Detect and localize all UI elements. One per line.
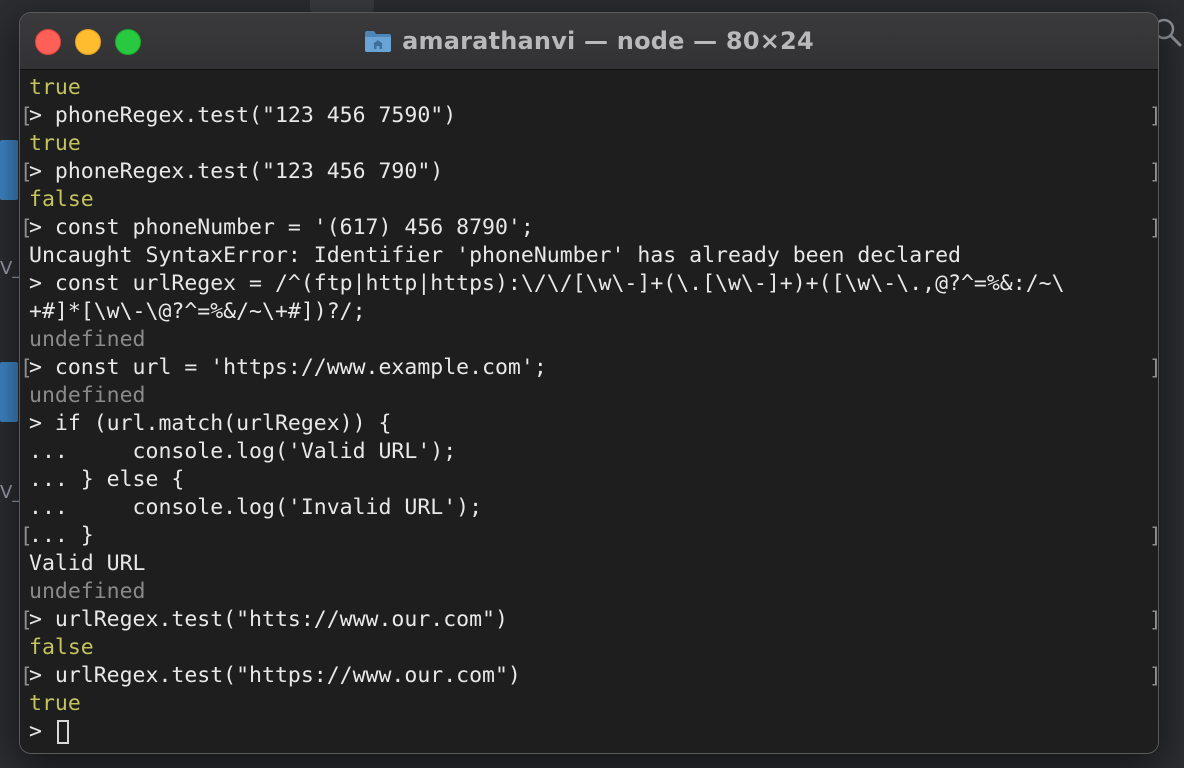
terminal-line-text: ... } else { (29, 467, 185, 492)
mark-right: ] (1149, 158, 1158, 186)
terminal-line-text: > urlRegex.test("htts://www.our.com") (29, 607, 508, 632)
mark-right: ] (1149, 102, 1158, 130)
terminal-line-text: ... console.log('Invalid URL'); (29, 495, 483, 520)
mark-left: [ (20, 216, 33, 240)
mark-left: [ (20, 104, 33, 128)
mark-left: [ (20, 608, 33, 632)
terminal-line: [] > const url = 'https://www.example.com… (20, 354, 1158, 382)
mark-left: [ (20, 160, 33, 184)
prompt-line[interactable]: > (29, 718, 1158, 746)
terminal-line-text: undefined (29, 327, 146, 352)
terminal-line: undefined (29, 382, 1158, 410)
terminal-line: undefined (29, 326, 1158, 354)
terminal-line-text: Uncaught SyntaxError: Identifier 'phoneN… (29, 243, 961, 268)
terminal-line-text: Valid URL (29, 551, 146, 576)
terminal-line-text: > const urlRegex = /^(ftp|http|https):\/… (29, 271, 1065, 296)
mark-right: ] (1149, 214, 1158, 242)
terminal-line-text: false (29, 187, 94, 212)
terminal-line-text: true (29, 131, 81, 156)
home-folder-icon (364, 29, 392, 53)
mark-right: ] (1149, 606, 1158, 634)
terminal-line: ... console.log('Invalid URL'); (29, 494, 1158, 522)
terminal-line: Valid URL (29, 550, 1158, 578)
terminal-output[interactable]: true [] > phoneRegex.test("123 456 7590") t… (20, 70, 1158, 750)
prompt-symbol: > (29, 719, 55, 744)
terminal-line: true (29, 74, 1158, 102)
terminal-line-text: undefined (29, 383, 146, 408)
terminal-line-text: true (29, 691, 81, 716)
terminal-line: > const urlRegex = /^(ftp|http|https):\/… (29, 270, 1158, 298)
mark-left: [ (20, 356, 33, 380)
mark-right: ] (1149, 354, 1158, 382)
terminal-line: true (29, 690, 1158, 718)
terminal-line: [] > const phoneNumber = '(617) 456 8790'… (20, 214, 1158, 242)
terminal-line: [] > urlRegex.test("https://www.our.com") (20, 662, 1158, 690)
mark-left: [ (20, 524, 33, 548)
terminal-line-text: ... console.log('Valid URL'); (29, 439, 457, 464)
terminal-line-text: > const url = 'https://www.example.com'; (29, 355, 547, 380)
terminal-line-text: > const phoneNumber = '(617) 456 8790'; (29, 215, 534, 240)
terminal-line-text: undefined (29, 579, 146, 604)
mark-right: ] (1149, 522, 1158, 550)
terminal-line-text: > phoneRegex.test("123 456 7590") (29, 103, 457, 128)
desktop-folder-fragment (0, 362, 18, 422)
terminal-line: Uncaught SyntaxError: Identifier 'phoneN… (29, 242, 1158, 270)
terminal-line: [] > phoneRegex.test("123 456 790") (20, 158, 1158, 186)
mark-right: ] (1149, 662, 1158, 690)
terminal-line: [] ... } (20, 522, 1158, 550)
terminal-line-text: +#]*[\w\-\@?^=%&/~\+#])?/; (29, 299, 366, 324)
terminal-line: false (29, 634, 1158, 662)
terminal-line: [] > urlRegex.test("htts://www.our.com") (20, 606, 1158, 634)
terminal-line-text: > if (url.match(urlRegex)) { (29, 411, 392, 436)
terminal-line: ... } else { (29, 466, 1158, 494)
terminal-line: undefined (29, 578, 1158, 606)
terminal-line: true (29, 130, 1158, 158)
terminal-line: false (29, 186, 1158, 214)
terminal-line: > if (url.match(urlRegex)) { (29, 410, 1158, 438)
terminal-line-text: > phoneRegex.test("123 456 790") (29, 159, 444, 184)
terminal-line-text: true (29, 75, 81, 100)
desktop-folder-fragment (0, 140, 18, 200)
window-title-group: amarathanvi — node — 80×24 (20, 13, 1158, 69)
terminal-line: +#]*[\w\-\@?^=%&/~\+#])?/; (29, 298, 1158, 326)
title-bar[interactable]: amarathanvi — node — 80×24 (20, 13, 1158, 70)
window-title: amarathanvi — node — 80×24 (402, 27, 814, 55)
mark-left: [ (20, 664, 33, 688)
terminal-line-text: > urlRegex.test("https://www.our.com") (29, 663, 521, 688)
terminal-line-text: ... } (29, 523, 94, 548)
terminal-line: [] > phoneRegex.test("123 456 7590") (20, 102, 1158, 130)
terminal-line: ... console.log('Valid URL'); (29, 438, 1158, 466)
terminal-line-text: false (29, 635, 94, 660)
text-cursor[interactable] (56, 720, 69, 744)
terminal-window: amarathanvi — node — 80×24 true [] > phone… (19, 12, 1159, 754)
